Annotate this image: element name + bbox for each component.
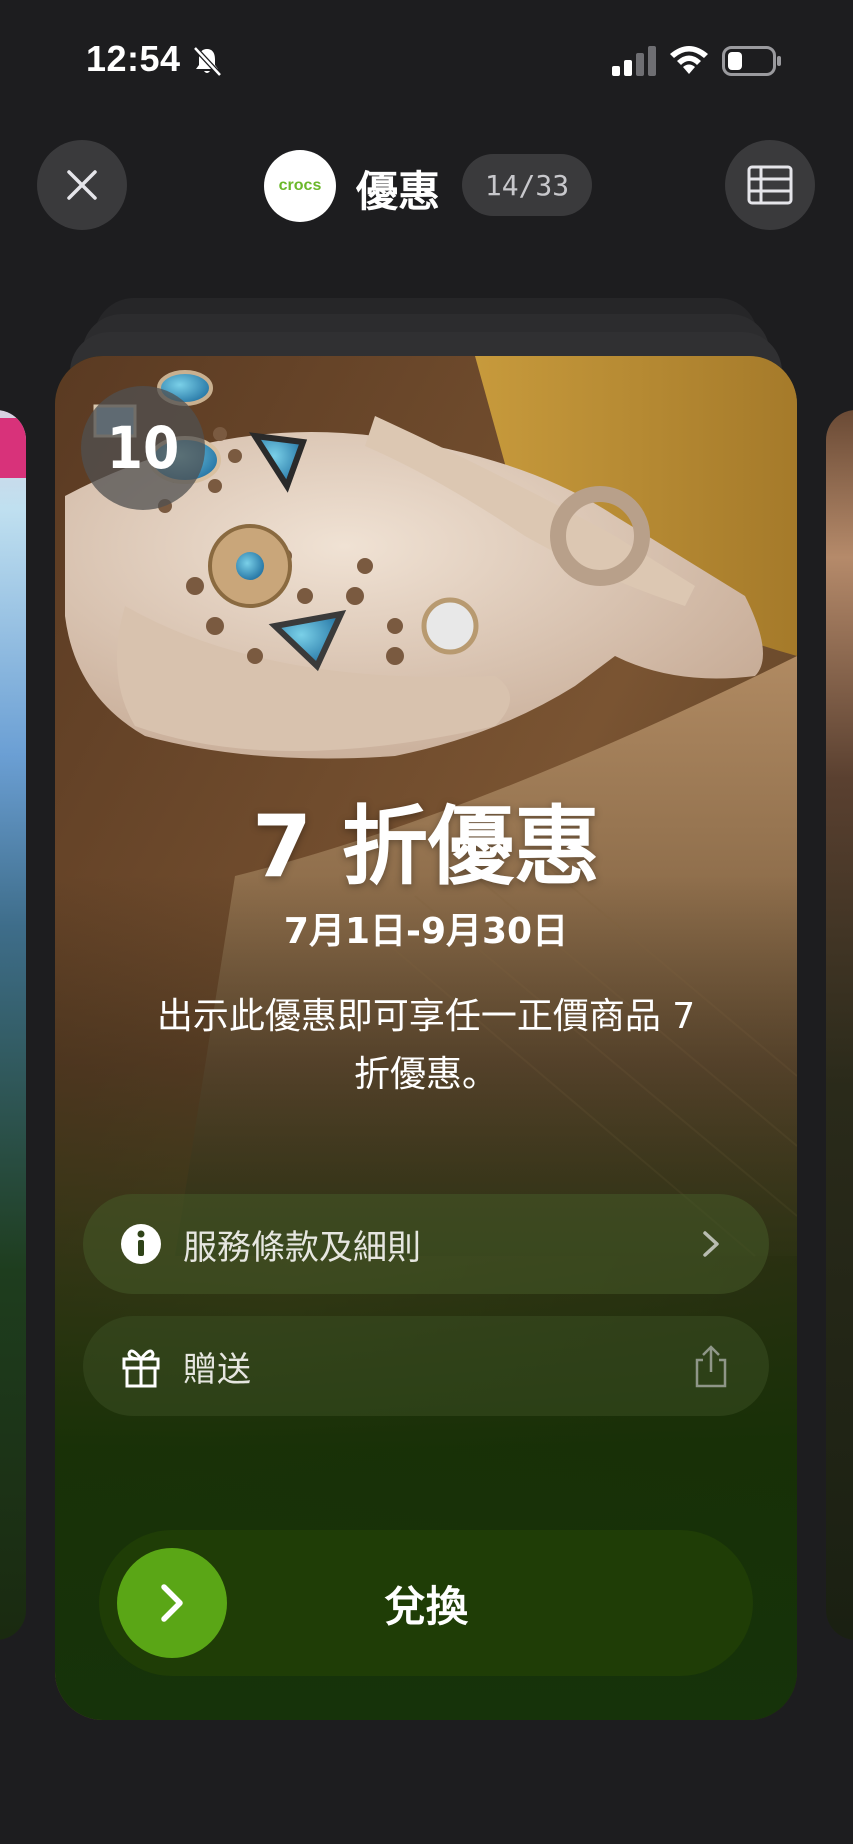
status-bar: 12:54 xyxy=(0,0,853,120)
info-icon xyxy=(119,1222,163,1266)
redeem-slider[interactable]: 兌換 xyxy=(99,1530,753,1676)
share-icon xyxy=(689,1344,733,1388)
brand-logo-text: crocs xyxy=(278,177,322,194)
offer-dates: 7月1日-9月30日 xyxy=(283,911,569,952)
signal-icon xyxy=(612,46,656,76)
list-icon xyxy=(747,165,793,205)
list-view-button[interactable] xyxy=(725,140,815,230)
terms-row[interactable]: 服務條款及細則 xyxy=(83,1194,769,1294)
offer-title: 7 折優惠 xyxy=(252,797,600,897)
redeem-slider-handle[interactable] xyxy=(117,1548,227,1658)
gift-label: 贈送 xyxy=(183,1349,251,1390)
close-icon xyxy=(67,170,97,200)
offer-screen: 12:54 crocs 優惠 14/33 10 7 折優惠 7月1日-9月30日… xyxy=(0,0,853,1844)
offer-counter: 14/33 xyxy=(462,154,592,216)
offer-number-badge: 10 xyxy=(81,386,205,510)
chevron-right-icon xyxy=(161,1584,183,1622)
terms-label: 服務條款及細則 xyxy=(183,1227,421,1268)
offer-description: 出示此優惠即可享任一正價商品 7 折優惠。 xyxy=(156,996,696,1095)
battery-icon xyxy=(722,46,781,76)
next-offer-card[interactable] xyxy=(826,410,853,1640)
gift-icon xyxy=(119,1344,163,1388)
wifi-icon xyxy=(670,46,708,74)
bell-off-icon xyxy=(193,46,222,77)
close-button[interactable] xyxy=(37,140,127,230)
offer-card: 10 7 折優惠 7月1日-9月30日 出示此優惠即可享任一正價商品 7 折優惠… xyxy=(55,356,797,1720)
page-title: 優惠 xyxy=(356,167,441,216)
previous-offer-card[interactable] xyxy=(0,410,26,1640)
brand-logo: crocs xyxy=(264,150,336,222)
gift-row[interactable]: 贈送 xyxy=(83,1316,769,1416)
status-time: 12:54 xyxy=(86,38,181,79)
chevron-right-icon xyxy=(689,1222,733,1266)
